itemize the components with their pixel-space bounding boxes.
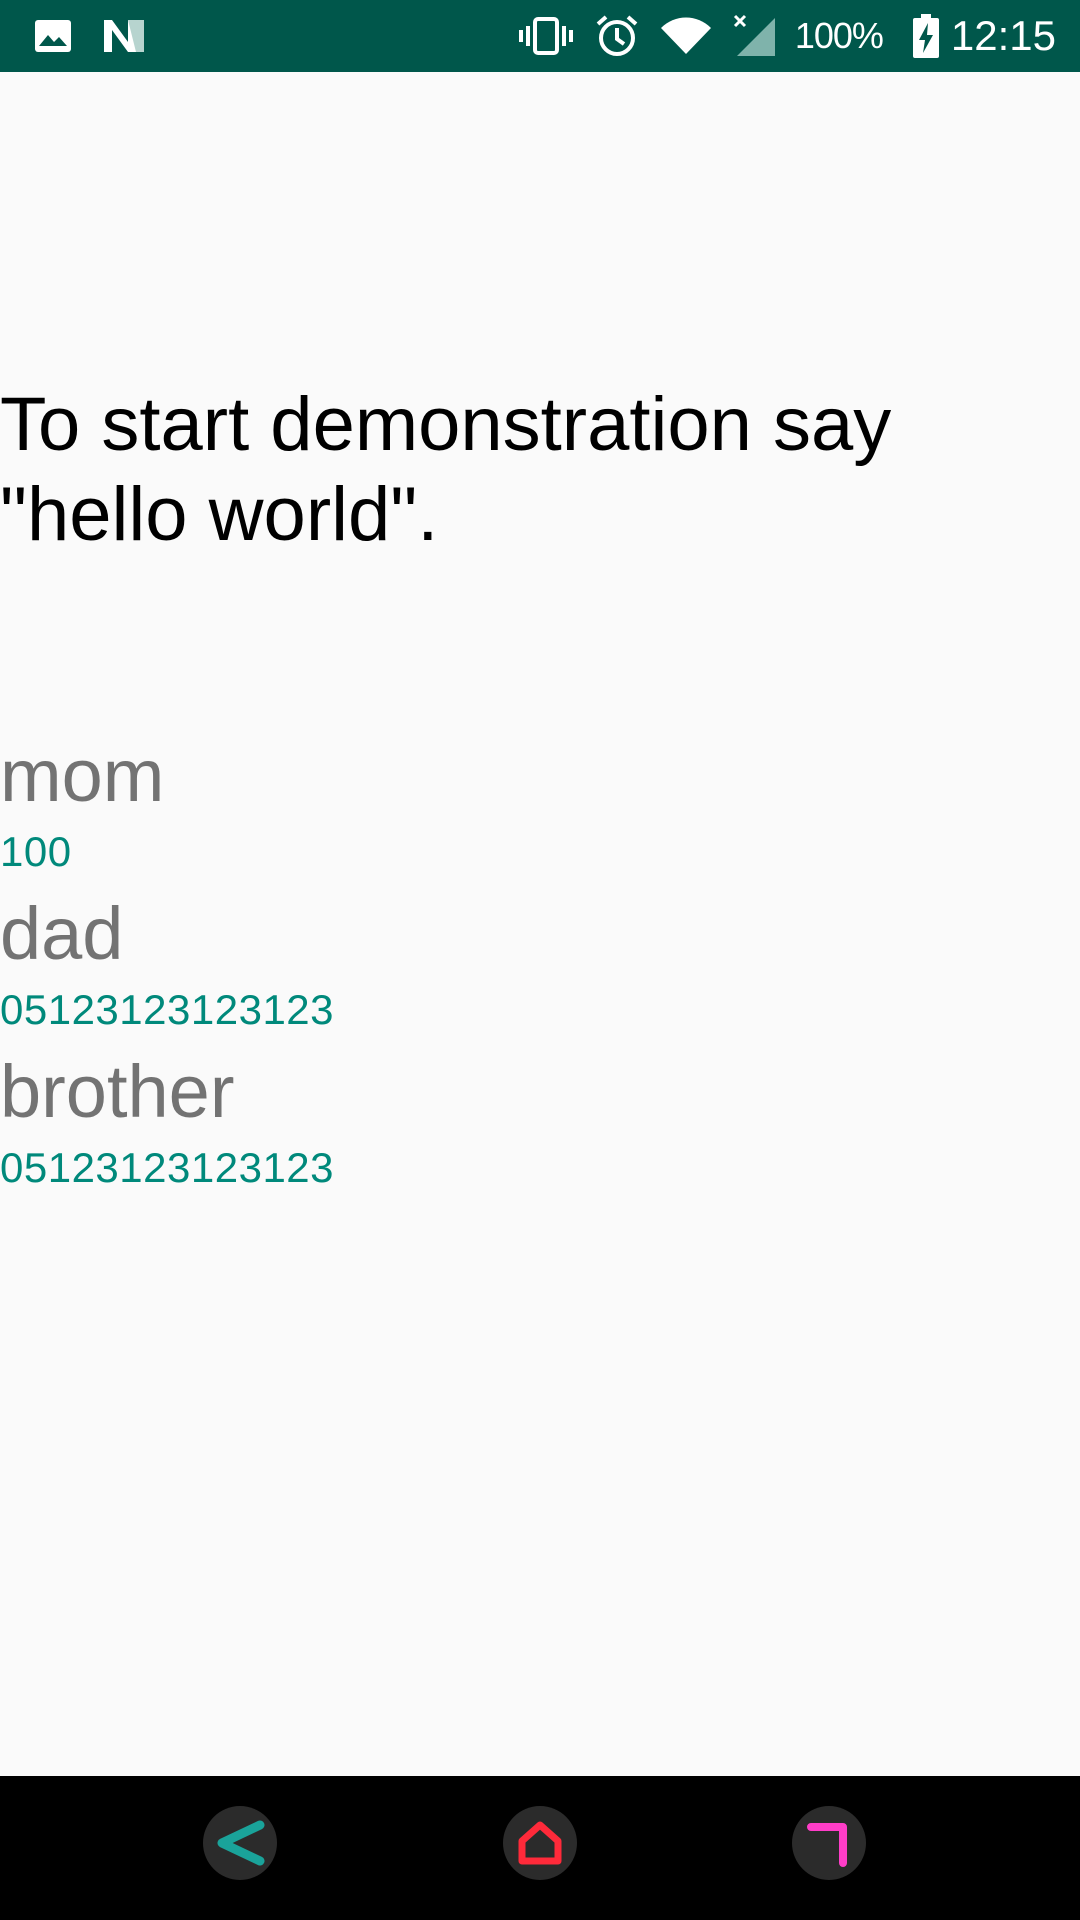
instruction-text: To start demonstration say "hello world"… xyxy=(0,382,892,557)
main-content: To start demonstration say "hello world"… xyxy=(0,72,1080,1776)
image-icon xyxy=(34,19,72,53)
contact-name: dad xyxy=(0,892,124,975)
recents-icon xyxy=(805,1819,853,1867)
alarm-icon xyxy=(595,14,639,58)
signal-icon xyxy=(733,14,777,58)
contact-list: mom 100 dad 05123123123123 brother 05123… xyxy=(0,730,1080,1204)
contact-item-mom[interactable]: mom 100 xyxy=(0,730,1080,888)
contact-number: 05123123123123 xyxy=(0,986,335,1033)
contact-number: 100 xyxy=(0,828,72,875)
home-button[interactable] xyxy=(503,1806,577,1880)
home-icon xyxy=(516,1819,564,1867)
back-icon xyxy=(212,1815,268,1871)
status-bar: 100% 12:15 xyxy=(0,0,1080,72)
wifi-icon xyxy=(660,16,711,56)
contact-number: 05123123123123 xyxy=(0,1144,335,1191)
contact-item-dad[interactable]: dad 05123123123123 xyxy=(0,888,1080,1046)
contact-name: brother xyxy=(0,1050,235,1133)
battery-charging-icon xyxy=(912,14,939,58)
contact-item-brother[interactable]: brother 05123123123123 xyxy=(0,1046,1080,1204)
status-bar-right: 100% 12:15 xyxy=(497,12,1056,60)
back-button[interactable] xyxy=(203,1806,277,1880)
status-bar-left xyxy=(34,18,176,54)
battery-percent: 100% xyxy=(794,15,884,56)
contact-name: mom xyxy=(0,734,165,817)
vibrate-icon xyxy=(518,16,573,56)
clock: 12:15 xyxy=(950,12,1056,59)
n-logo-icon xyxy=(102,18,146,54)
navigation-bar xyxy=(0,1776,1080,1920)
app-screen: 100% 12:15 To start demonstration say "h… xyxy=(0,0,1080,1920)
recents-button[interactable] xyxy=(792,1806,866,1880)
